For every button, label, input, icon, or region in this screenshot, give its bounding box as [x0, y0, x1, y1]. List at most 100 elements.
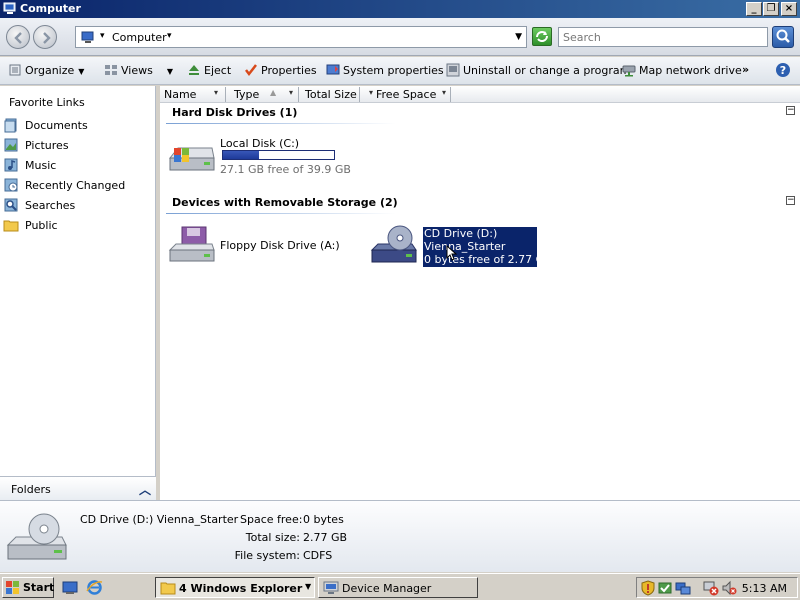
capacity-bar-fill — [223, 151, 259, 159]
system-properties-button[interactable]: System properties — [326, 63, 444, 79]
network-icon[interactable] — [675, 580, 691, 596]
total-size-label: Total size: — [245, 531, 300, 544]
music-icon — [4, 158, 18, 172]
close-button[interactable]: × — [781, 2, 797, 16]
network-disconnected-icon[interactable] — [703, 580, 719, 596]
sidebar-item-label: Music — [25, 159, 57, 172]
back-button[interactable] — [6, 25, 30, 49]
refresh-icon — [536, 31, 548, 42]
file-list-pane: Name ▾ Type ▲ ▾ Total Size ▾ Free Space … — [160, 86, 800, 500]
organize-icon — [9, 64, 21, 76]
sidebar-item-documents[interactable]: Documents — [3, 116, 153, 134]
sidebar-item-searches[interactable]: Searches — [3, 196, 153, 214]
sidebar-item-recently-changed[interactable]: Recently Changed — [3, 176, 153, 194]
views-label: Views — [121, 64, 153, 77]
system-properties-icon — [326, 64, 340, 75]
collapse-group-button[interactable]: − — [786, 106, 795, 115]
search-button[interactable] — [772, 26, 794, 48]
searches-icon — [4, 198, 18, 212]
column-header-label: Name — [164, 88, 197, 101]
breadcrumb-arrow-icon[interactable]: ▾ — [100, 31, 105, 41]
security-center-icon[interactable] — [657, 580, 673, 596]
documents-icon — [4, 118, 17, 133]
column-header-type[interactable]: Type ▲ ▾ — [234, 87, 299, 102]
chevron-down-icon[interactable]: ▾ — [442, 88, 446, 97]
address-dropdown-icon[interactable]: ▼ — [515, 32, 522, 42]
system-tray: 5:13 AM — [636, 577, 798, 598]
drive-free-space: 0 bytes free of 2.77 GB — [424, 253, 552, 266]
taskbar-item-label: Device Manager — [342, 582, 432, 595]
show-desktop-icon[interactable] — [62, 580, 78, 596]
folders-toggle[interactable]: Folders ︿ — [0, 476, 156, 500]
restore-button[interactable]: ❐ — [763, 2, 779, 16]
search-input[interactable]: Search — [558, 27, 768, 47]
column-headers: Name ▾ Type ▲ ▾ Total Size ▾ Free Space … — [160, 86, 800, 103]
properties-checkmark-icon — [245, 64, 257, 77]
taskbar-device-manager[interactable]: Device Manager — [318, 577, 478, 598]
chevron-down-icon: ▼ — [166, 67, 173, 76]
column-header-total-size[interactable]: Total Size ▾ — [305, 87, 375, 102]
drive-name: CD Drive (D:) — [424, 227, 498, 240]
help-button[interactable]: ? — [775, 62, 791, 78]
recently-changed-icon — [4, 178, 18, 192]
chevron-down-icon: ▼ — [305, 582, 312, 591]
address-field[interactable]: ▾ Computer ▾ ▼ — [75, 26, 527, 48]
breadcrumb-computer[interactable]: Computer — [112, 31, 167, 44]
sidebar-item-public[interactable]: Public — [3, 216, 153, 234]
clock[interactable]: 5:13 AM — [742, 582, 787, 595]
start-button[interactable]: Start — [2, 577, 54, 598]
group-divider — [166, 213, 396, 214]
minimize-button[interactable]: _ — [746, 2, 762, 16]
column-header-label: Type — [234, 88, 260, 101]
security-shield-icon[interactable] — [641, 580, 655, 596]
sidebar-item-pictures[interactable]: Pictures — [3, 136, 153, 154]
internet-explorer-icon[interactable] — [86, 579, 103, 596]
collapse-group-button[interactable]: − — [786, 196, 795, 205]
chevron-down-icon: ▼ — [78, 67, 85, 76]
public-folder-icon — [3, 220, 19, 232]
device-manager-icon — [323, 581, 339, 594]
drive-item-floppy-a[interactable]: Floppy Disk Drive (A:) — [166, 224, 356, 270]
column-separator — [359, 87, 360, 102]
refresh-button[interactable] — [532, 27, 552, 46]
folders-label: Folders — [11, 483, 51, 496]
capacity-bar — [222, 150, 335, 160]
sidebar-item-music[interactable]: Music — [3, 156, 153, 174]
drive-volume-label: Vienna_Starter — [424, 240, 506, 253]
properties-button[interactable]: Properties — [244, 63, 317, 79]
taskbar-item-label: 4 Windows Explorer — [179, 582, 303, 595]
chevron-down-icon[interactable]: ▾ — [289, 88, 293, 97]
forward-button[interactable] — [33, 25, 57, 49]
windows-logo-icon — [6, 581, 19, 594]
sidebar-item-label: Pictures — [25, 139, 69, 152]
more-commands-button[interactable]: » — [742, 63, 749, 79]
group-title-removable-storage[interactable]: Devices with Removable Storage (2) — [172, 196, 398, 209]
chevron-down-icon[interactable]: ▾ — [369, 88, 373, 97]
sidebar-item-label: Documents — [25, 119, 88, 132]
column-header-label: Free Space — [376, 88, 437, 101]
eject-button[interactable]: Eject — [187, 63, 231, 79]
uninstall-program-button[interactable]: Uninstall or change a program — [446, 63, 630, 79]
views-button[interactable]: Views ▼ — [104, 63, 173, 79]
taskbar-windows-explorer-group[interactable]: 4 Windows Explorer ▼ — [155, 577, 315, 598]
group-divider — [166, 123, 396, 124]
breadcrumb-arrow-icon[interactable]: ▾ — [167, 31, 172, 41]
column-separator — [450, 87, 451, 102]
command-toolbar: Organize ▼ Views ▼ Eject Properties System… — [0, 57, 800, 85]
chevron-down-icon[interactable]: ▾ — [214, 88, 218, 97]
group-title-hard-disks[interactable]: Hard Disk Drives (1) — [172, 106, 297, 119]
network-drive-icon — [622, 65, 636, 77]
title-bar[interactable]: Computer _ ❐ × — [0, 0, 800, 18]
computer-icon — [3, 2, 16, 14]
space-free-label: Space free: — [240, 513, 303, 526]
details-item-name: CD Drive (D:) Vienna_Starter — [80, 513, 239, 526]
column-header-free-space[interactable]: Free Space ▾ — [376, 87, 452, 102]
uninstall-program-label: Uninstall or change a program — [463, 64, 631, 77]
map-network-drive-button[interactable]: Map network drive — [622, 63, 742, 79]
file-system-label: File system: — [234, 549, 300, 562]
column-header-name[interactable]: Name ▾ — [164, 87, 226, 102]
volume-muted-icon[interactable] — [721, 580, 737, 596]
cd-drive-icon — [6, 513, 67, 560]
organize-button[interactable]: Organize ▼ — [8, 63, 84, 79]
drive-item-cd-d[interactable]: CD Drive (D:) Vienna_Starter 0 bytes fre… — [423, 227, 552, 267]
